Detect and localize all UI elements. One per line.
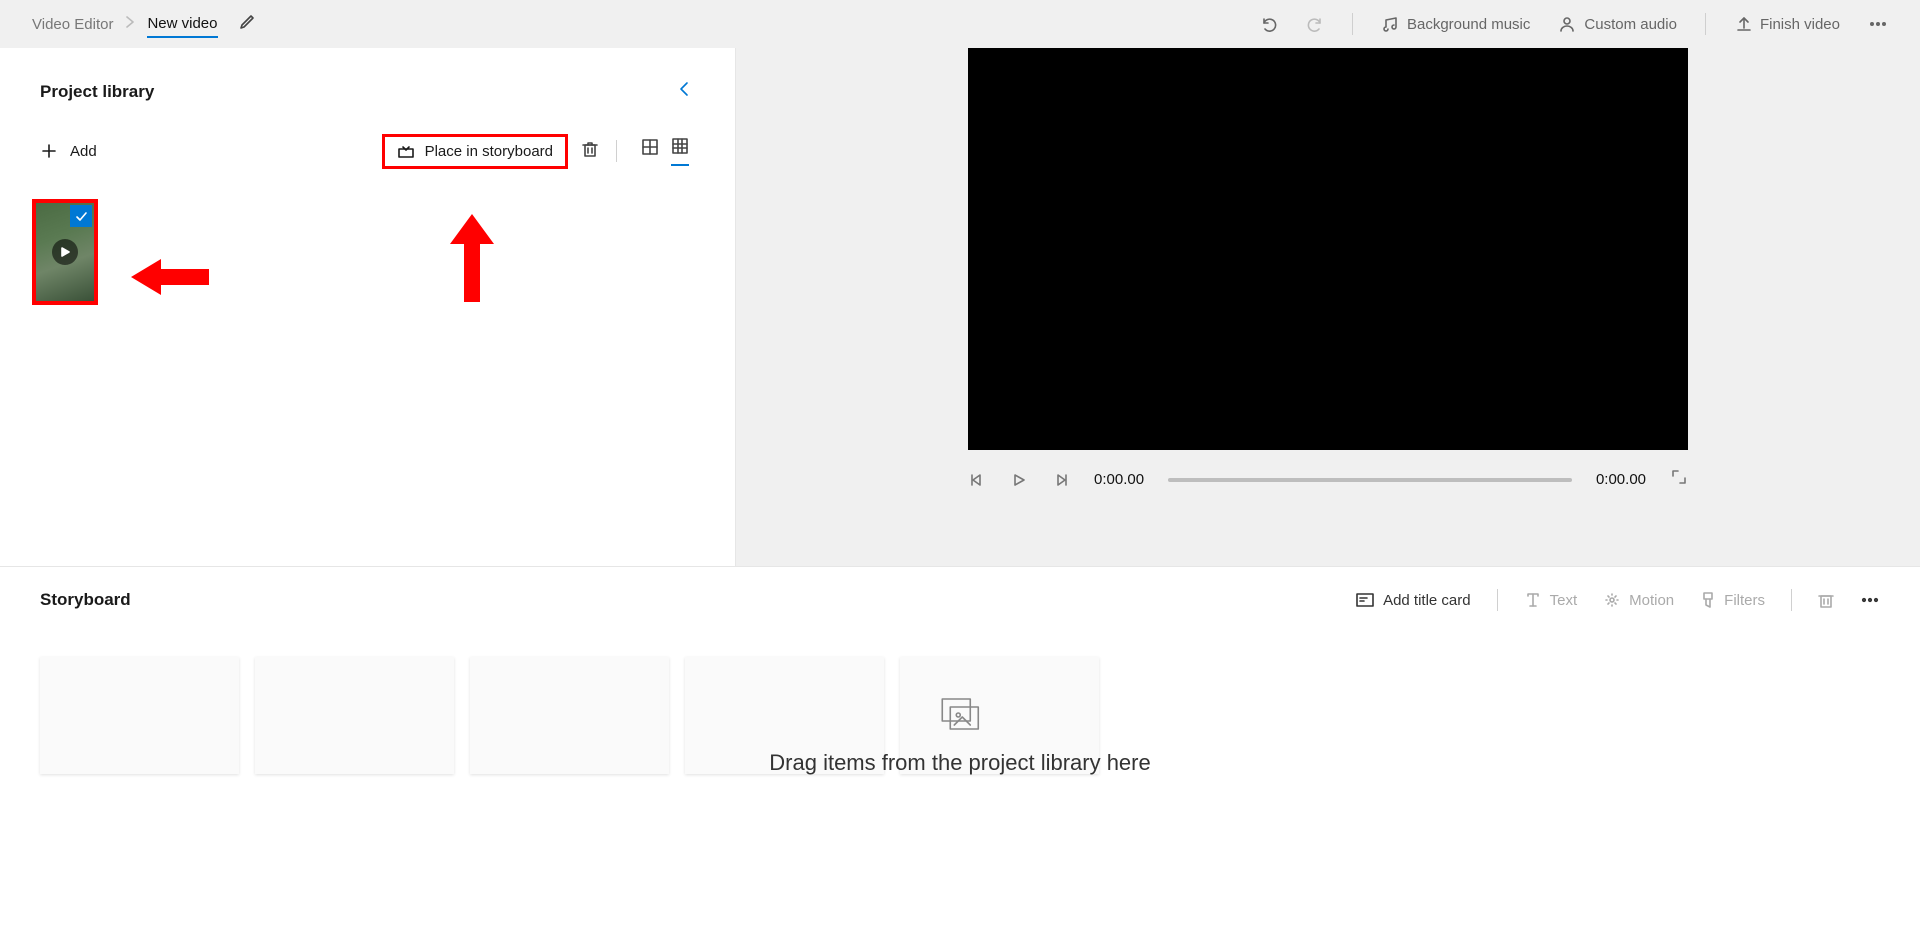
more-button[interactable] <box>1868 15 1888 33</box>
place-icon <box>397 143 415 159</box>
playback-controls: 0:00.00 0:00.00 <box>968 450 1688 509</box>
media-icon <box>936 695 984 735</box>
annotation-arrow-up <box>448 214 496 302</box>
undo-button[interactable] <box>1260 15 1278 33</box>
finish-video-button[interactable]: Finish video <box>1734 15 1840 33</box>
library-toolbar: Add Place in storyboard <box>0 129 735 173</box>
separator <box>1497 589 1498 611</box>
selected-check-icon <box>70 205 92 227</box>
preview-panel: 0:00.00 0:00.00 <box>736 48 1920 566</box>
project-title[interactable]: New video <box>147 15 217 38</box>
motion-button[interactable]: Motion <box>1603 591 1674 609</box>
storyboard-track[interactable]: Drag items from the project library here <box>40 657 1880 774</box>
main-area: Project library Add Place in storyboard <box>0 48 1920 566</box>
place-label: Place in storyboard <box>425 143 553 160</box>
library-clip[interactable] <box>32 199 98 305</box>
add-title-card-label: Add title card <box>1383 592 1471 609</box>
grid-large-button[interactable] <box>641 138 659 165</box>
breadcrumb-root[interactable]: Video Editor <box>32 16 113 33</box>
breadcrumb: Video Editor New video <box>32 11 218 38</box>
text-label: Text <box>1550 592 1578 609</box>
library-grid <box>0 173 735 331</box>
storyboard-slot[interactable] <box>470 657 669 774</box>
delete-media-button[interactable] <box>582 140 598 163</box>
custom-audio-button[interactable]: Custom audio <box>1558 15 1677 33</box>
background-music-label: Background music <box>1407 16 1530 33</box>
seek-bar[interactable] <box>1168 478 1572 482</box>
storyboard-actions: Add title card Text Motion Filters <box>1355 589 1880 611</box>
project-library-panel: Project library Add Place in storyboard <box>0 48 736 566</box>
fullscreen-button[interactable] <box>1670 468 1688 491</box>
storyboard-hint: Drag items from the project library here <box>769 695 1150 776</box>
next-frame-button[interactable] <box>1052 471 1070 489</box>
annotation-arrow-left <box>131 255 209 299</box>
separator <box>1705 13 1706 35</box>
total-time: 0:00.00 <box>1596 471 1646 488</box>
top-actions: Background music Custom audio Finish vid… <box>1260 13 1888 35</box>
play-overlay-icon <box>52 239 78 265</box>
library-header: Project library <box>0 48 735 129</box>
storyboard-slot[interactable] <box>255 657 454 774</box>
background-music-button[interactable]: Background music <box>1381 15 1530 33</box>
top-bar: Video Editor New video Background music … <box>0 0 1920 48</box>
play-button[interactable] <box>1010 471 1028 489</box>
separator <box>1352 13 1353 35</box>
video-preview[interactable] <box>968 48 1688 450</box>
storyboard-delete-button[interactable] <box>1818 591 1834 609</box>
separator <box>616 140 617 162</box>
motion-label: Motion <box>1629 592 1674 609</box>
redo-button[interactable] <box>1306 15 1324 33</box>
storyboard-hint-text: Drag items from the project library here <box>769 750 1150 776</box>
storyboard-slot[interactable] <box>40 657 239 774</box>
collapse-library-icon[interactable] <box>673 76 695 107</box>
current-time: 0:00.00 <box>1094 471 1144 488</box>
grid-small-button[interactable] <box>671 137 689 166</box>
edit-title-icon[interactable] <box>238 13 256 36</box>
add-label: Add <box>70 143 97 160</box>
text-button[interactable]: Text <box>1524 592 1578 609</box>
custom-audio-label: Custom audio <box>1584 16 1677 33</box>
storyboard-more-button[interactable] <box>1860 591 1880 609</box>
chevron-right-icon <box>125 15 135 33</box>
separator <box>1791 589 1792 611</box>
plus-icon <box>40 142 58 160</box>
storyboard-heading: Storyboard <box>40 590 131 610</box>
add-media-button[interactable]: Add <box>40 142 97 160</box>
prev-frame-button[interactable] <box>968 471 986 489</box>
add-title-card-button[interactable]: Add title card <box>1355 592 1471 609</box>
storyboard-panel: Storyboard Add title card Text Motion Fi… <box>0 566 1920 936</box>
library-heading: Project library <box>40 82 154 102</box>
place-in-storyboard-button[interactable]: Place in storyboard <box>382 134 568 169</box>
finish-video-label: Finish video <box>1760 16 1840 33</box>
storyboard-header: Storyboard Add title card Text Motion Fi… <box>40 589 1880 611</box>
filters-label: Filters <box>1724 592 1765 609</box>
filters-button[interactable]: Filters <box>1700 591 1765 609</box>
